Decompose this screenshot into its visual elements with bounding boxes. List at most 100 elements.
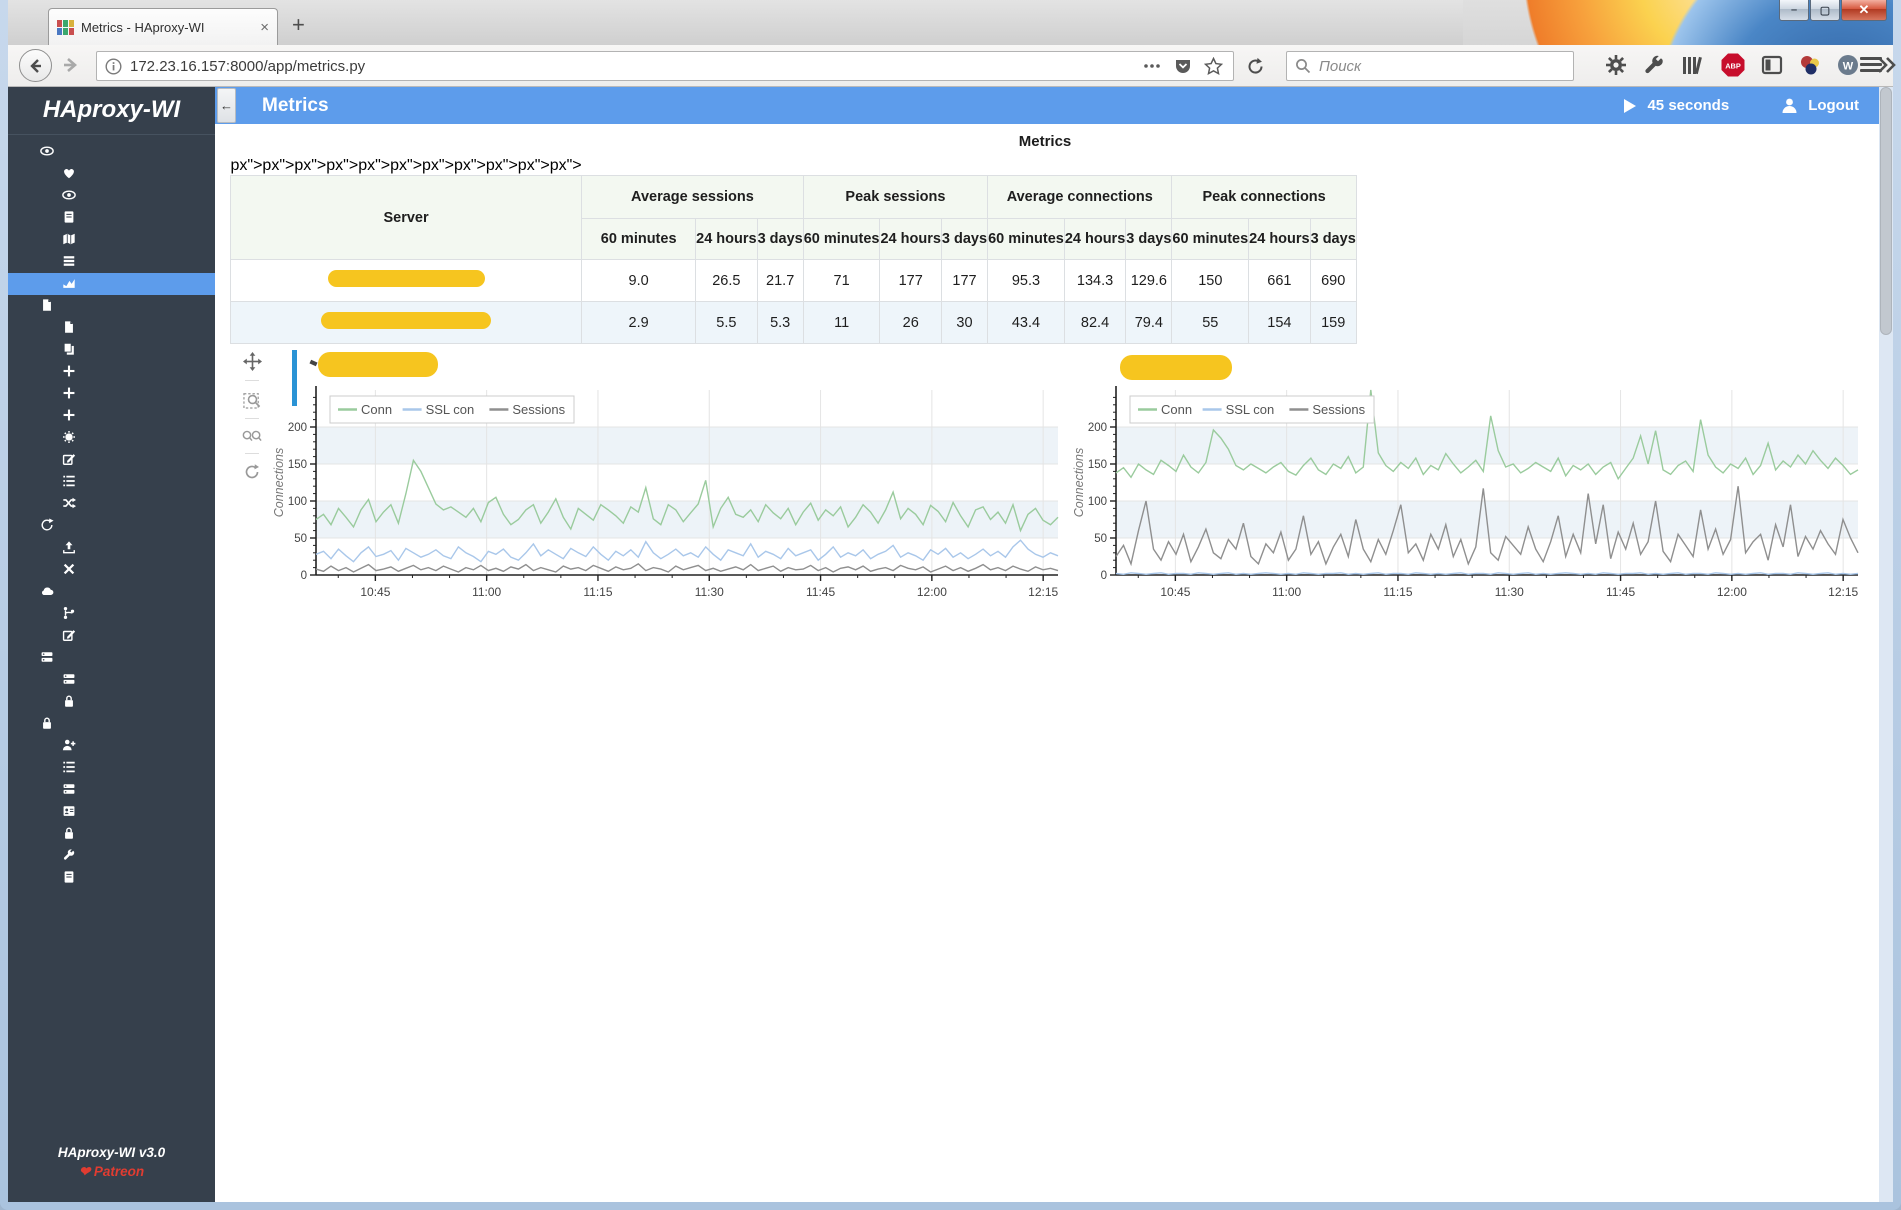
sidebar-item-roles[interactable] — [8, 801, 215, 823]
col-group: Peak sessions — [802, 175, 989, 219]
minimize-button[interactable]: – — [1779, 0, 1809, 21]
metric-value: 5.5 — [695, 301, 758, 344]
connections-chart-2[interactable]: 0 50 100 150 200 10:45 11:00 11:15 11:30 11:45 12:… — [1070, 380, 1870, 620]
balls-icon[interactable] — [1798, 53, 1822, 77]
sidebar-item-add-frontend[interactable] — [8, 383, 215, 405]
sidebar-item-delete[interactable] — [8, 559, 215, 581]
sidebar-item-stats[interactable] — [8, 185, 215, 207]
reset-icon[interactable] — [240, 463, 264, 481]
sidebar-item-metrics[interactable] — [8, 273, 215, 295]
scrollbar-thumb[interactable] — [1880, 87, 1892, 335]
sidebar-item-servers[interactable] — [8, 669, 215, 691]
sidebar-item-servers[interactable] — [8, 779, 215, 801]
connections-chart-1[interactable]: 0 50 100 150 200 10:45 11:00 11:15 11:30 11:45 12:… — [270, 380, 1070, 620]
cloud-icon — [38, 583, 55, 605]
sidebar-section-admin-area[interactable] — [8, 713, 215, 735]
sidebar-item-users[interactable] — [8, 735, 215, 757]
forward-button[interactable] — [60, 55, 80, 80]
tab-favicon-icon — [57, 19, 74, 35]
library-icon[interactable] — [1680, 53, 1706, 77]
sidebar-section-servers[interactable] — [8, 647, 215, 669]
svg-text:12:15: 12:15 — [1828, 585, 1858, 599]
app-logo[interactable]: HAproxy-WI — [8, 87, 215, 135]
sidebar-item-runtime-api[interactable] — [8, 251, 215, 273]
sidebar-section-haproxy[interactable] — [8, 295, 215, 317]
panel-icon[interactable] — [1760, 53, 1784, 77]
metric-value: 129.6 — [1125, 259, 1173, 302]
sidebar-item-overview[interactable] — [8, 163, 215, 185]
url-text[interactable]: 172.23.16.157:8000/app/metrics.py — [130, 58, 1142, 75]
col-group: Peak connections — [1171, 175, 1357, 219]
sidebar-section-versions[interactable] — [8, 515, 215, 537]
sidebar-item-edit-config[interactable] — [8, 449, 215, 471]
col-sub: 3 days — [756, 218, 804, 260]
svg-text:ABP: ABP — [1725, 62, 1741, 71]
edit-icon — [60, 451, 77, 473]
table-row: 9.0 26.5 21.7 71 177 177 95.3 134.3 129.6 150 661 6… — [229, 259, 1357, 302]
browser-tab[interactable]: Metrics - HAproxy-WI × — [48, 8, 278, 45]
col-group: Average connections — [987, 175, 1173, 219]
sidebar-item-logs[interactable] — [8, 207, 215, 229]
sidebar-item-upload[interactable] — [8, 537, 215, 559]
maximize-button[interactable]: ▢ — [1810, 0, 1840, 21]
sidebar-collapse-button[interactable]: ← — [217, 88, 236, 123]
refresh-interval-button[interactable]: 45 seconds — [1623, 97, 1729, 114]
server-icon — [60, 671, 77, 693]
plus-icon — [60, 407, 77, 429]
gear-icon[interactable] — [1604, 53, 1628, 77]
svg-text:12:15: 12:15 — [1028, 585, 1058, 599]
book-icon — [60, 869, 77, 891]
sidebar-item-ha[interactable] — [8, 603, 215, 625]
pocket-icon[interactable] — [1174, 57, 1192, 75]
metric-value: 661 — [1248, 259, 1311, 302]
sidebar-item-settings[interactable] — [8, 845, 215, 867]
sidebar-item-show-config[interactable] — [8, 317, 215, 339]
sidebar-item-lists[interactable] — [8, 471, 215, 493]
sidebar-item-ssl[interactable] — [8, 427, 215, 449]
svg-text:Connections: Connections — [272, 448, 286, 518]
times-icon — [60, 561, 77, 583]
sidebar-item-ssh-credentials[interactable] — [8, 823, 215, 845]
metric-value: 134.3 — [1063, 259, 1127, 302]
page-scrollbar[interactable] — [1879, 87, 1893, 1202]
map-icon — [60, 231, 77, 253]
copy-icon — [60, 341, 77, 363]
metric-value: 55 — [1171, 301, 1250, 344]
new-tab-button[interactable]: + — [292, 12, 305, 38]
eye-icon — [38, 143, 55, 165]
dots-icon[interactable] — [1142, 58, 1162, 74]
patreon-link[interactable]: ❤ Patreon — [8, 1164, 215, 1180]
server-name-redacted — [229, 301, 583, 344]
logout-button[interactable]: Logout — [1781, 97, 1859, 114]
wrench-icon[interactable] — [1642, 53, 1666, 77]
sidebar-item-edit-config[interactable] — [8, 625, 215, 647]
sidebar-item-add-backend[interactable] — [8, 405, 215, 427]
sidebar-item-groups[interactable] — [8, 757, 215, 779]
sidebar-item-add-listen[interactable] — [8, 361, 215, 383]
abp-icon[interactable]: ABP — [1720, 52, 1746, 78]
sidebar-item-compare-configs[interactable] — [8, 339, 215, 361]
sidebar-item-internal-logs[interactable] — [8, 867, 215, 889]
back-button[interactable] — [19, 49, 52, 82]
sidebar-item-installation[interactable] — [8, 493, 215, 515]
reload-icon[interactable] — [1246, 57, 1265, 81]
sidebar-item-map[interactable] — [8, 229, 215, 251]
wappalyzer-icon[interactable]: W — [1836, 53, 1860, 77]
col-sub: 3 days — [1125, 218, 1173, 260]
star-icon[interactable] — [1204, 57, 1223, 75]
svg-text:12:00: 12:00 — [1717, 585, 1747, 599]
close-button[interactable]: ✕ — [1841, 0, 1887, 21]
pan-icon[interactable] — [240, 352, 264, 371]
table-row: 2.9 5.5 5.3 11 26 30 43.4 82.4 79.4 55 154 159 — [229, 301, 1357, 344]
tab-close-icon[interactable]: × — [260, 19, 269, 36]
box-zoom-icon[interactable] — [240, 390, 264, 409]
info-icon[interactable] — [105, 57, 122, 75]
sidebar-item-ssh-credentials[interactable] — [8, 691, 215, 713]
zoom-in-out-icon[interactable] — [240, 428, 264, 444]
menu-icon[interactable] — [1860, 57, 1882, 75]
sidebar-section-stats[interactable] — [8, 141, 215, 163]
sidebar-section-keepalived[interactable] — [8, 581, 215, 603]
url-bar[interactable]: 172.23.16.157:8000/app/metrics.py — [96, 51, 1234, 81]
search-input[interactable]: Поиск — [1286, 51, 1574, 81]
svg-text:Conn: Conn — [361, 402, 392, 417]
